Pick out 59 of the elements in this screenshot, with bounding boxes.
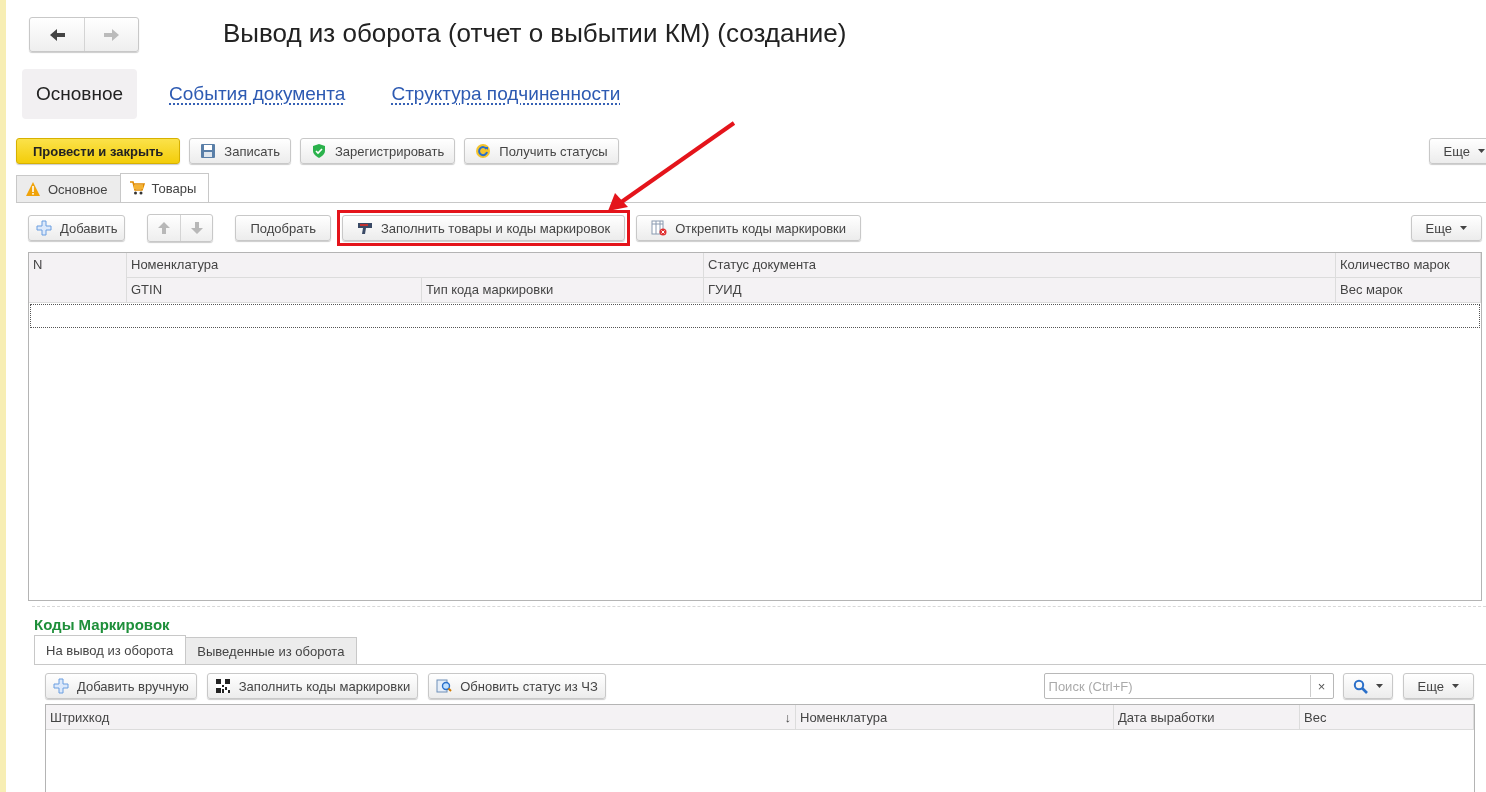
caret-icon (1460, 226, 1467, 230)
column-header: N (29, 253, 127, 303)
column-header: Количество марок (1336, 253, 1481, 278)
refresh-icon (475, 143, 492, 159)
command-button[interactable]: Получить статусы (464, 138, 619, 164)
tab[interactable]: Основное (16, 175, 121, 202)
section-link[interactable]: Структура подчиненности (377, 69, 635, 119)
qr-code-icon (214, 678, 231, 694)
column-header: GTIN (127, 278, 422, 303)
tab[interactable]: Товары (119, 173, 210, 202)
column-header: Вес (1304, 710, 1327, 727)
column-header: Штрихкод (50, 710, 110, 727)
left-arrow-icon (49, 26, 65, 43)
table-delete-icon (651, 220, 668, 236)
right-arrow-icon (103, 26, 120, 43)
column-header: ГУИД (704, 278, 1336, 303)
caret-icon (1452, 684, 1459, 688)
barcode-scanner-icon (356, 220, 373, 236)
selected-row[interactable] (30, 304, 1480, 328)
fill-goods-button[interactable]: Заполнить товары и коды маркировок (341, 215, 626, 241)
caret-icon (1478, 149, 1485, 153)
column-header: Тип кода маркировки (422, 278, 704, 303)
search-icon (1352, 678, 1368, 694)
column-header: Вес марок (1336, 278, 1481, 303)
more-button[interactable]: Еще (1410, 215, 1482, 241)
window-title: Вывод из оборота (отчет о выбытии КМ) (создание) (223, 18, 847, 49)
add-button[interactable]: Добавить (28, 215, 126, 241)
column-header: Статус документа (704, 253, 1336, 278)
column-header: Дата выработки (1118, 710, 1215, 727)
fill-codes-button[interactable]: Заполнить коды маркировки (206, 673, 419, 699)
search-button[interactable] (1342, 673, 1393, 699)
plus-icon (53, 678, 69, 694)
document-search-icon (436, 678, 453, 694)
section-link[interactable]: События документа (155, 69, 360, 119)
add-manually-button[interactable]: Добавить вручную (45, 673, 197, 699)
section-title: Коды Маркировок (34, 616, 171, 633)
search-field[interactable]: Поиск (Ctrl+F) × (1043, 673, 1334, 699)
warning-icon (25, 181, 41, 197)
clear-button[interactable]: × (1309, 675, 1333, 697)
cart-icon (128, 180, 145, 196)
sort-indicator: ↓ (784, 710, 791, 727)
unpin-codes-button[interactable]: Открепить коды маркировки (636, 215, 862, 241)
column-header: Номенклатура (127, 253, 704, 278)
more-button[interactable]: Еще (1428, 138, 1486, 164)
more-button[interactable]: Еще (1402, 673, 1474, 699)
command-button[interactable]: Зарегистрировать (299, 138, 456, 164)
column-header: Номенклатура (800, 710, 888, 727)
shield-check-icon (310, 143, 327, 159)
up-arrow-icon (157, 221, 172, 235)
plus-icon (36, 220, 52, 236)
update-status-button[interactable]: Обновить статус из ЧЗ (428, 673, 606, 699)
post-and-close-button[interactable]: Провести и закрыть (16, 138, 181, 164)
caret-icon (1375, 684, 1383, 688)
pick-button[interactable]: Подобрать (235, 215, 331, 241)
section-tab[interactable]: Основное (22, 69, 138, 119)
tab[interactable]: На вывод из оборота (34, 635, 187, 664)
tab[interactable]: Выведенные из оборота (185, 637, 358, 664)
command-button[interactable]: Записать (189, 138, 291, 164)
down-arrow-icon (189, 221, 204, 235)
